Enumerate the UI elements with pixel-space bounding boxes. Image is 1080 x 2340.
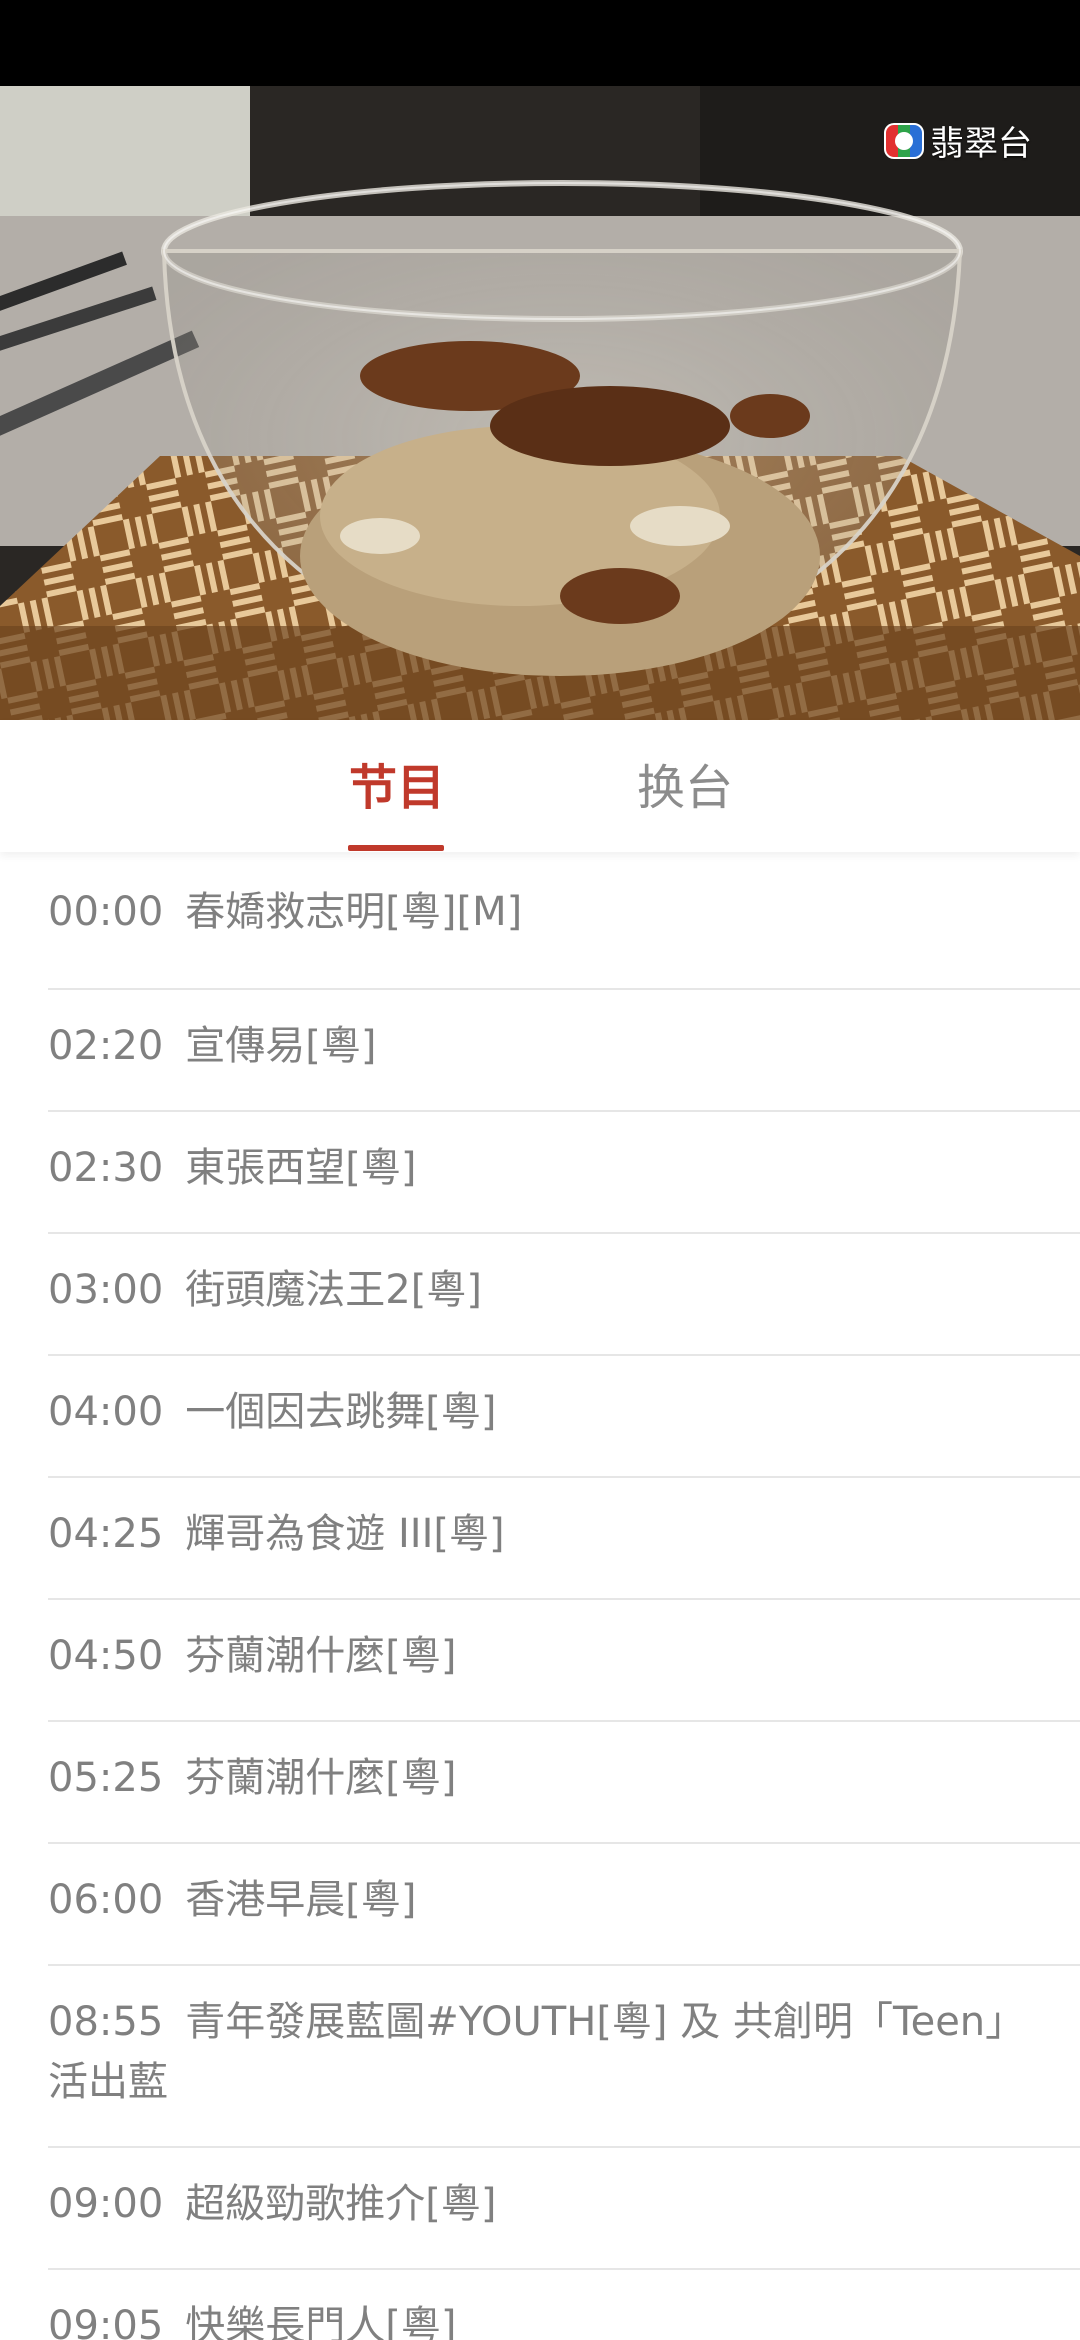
programme-time: 04:50 [48,1633,164,1679]
schedule-row[interactable]: 08:55 青年發展藍圖#YOUTH[粵] 及 共創明「Teen」活出藍 [48,1966,1080,2148]
programme-time: 05:25 [48,1755,164,1801]
schedule-row[interactable]: 02:20 宣傳易[粵] [48,990,1080,1112]
schedule-row[interactable]: 09:05 快樂長門人[粵] [48,2270,1080,2340]
programme-title: 宣傳易[粵] [185,1023,377,1069]
programme-title: 東張西望[粵] [185,1145,417,1191]
programme-time: 02:30 [48,1145,164,1191]
programme-title: 輝哥為食遊 III[粵] [185,1511,505,1557]
schedule-row[interactable]: 03:00 街頭魔法王2[粵] [48,1234,1080,1356]
schedule-row[interactable]: 00:00 春嬌救志明[粵][M] [48,852,1080,990]
programme-time: 06:00 [48,1877,164,1923]
programme-time: 02:20 [48,1023,164,1069]
video-frame [0,86,1080,720]
programme-time: 08:55 [48,1999,164,2045]
programme-time: 04:00 [48,1389,164,1435]
programme-schedule[interactable]: 00:00 春嬌救志明[粵][M] 02:20 宣傳易[粵] 02:30 東張西望[粵… [0,852,1080,2340]
programme-time: 00:00 [48,889,164,935]
programme-time: 04:25 [48,1511,164,1557]
programme-title: 街頭魔法王2[粵] [185,1267,482,1313]
programme-title: 芬蘭潮什麼[粵] [185,1755,457,1801]
tab-bar: 节目 换台 [0,720,1080,852]
schedule-row[interactable]: 04:25 輝哥為食遊 III[粵] [48,1478,1080,1600]
video-player[interactable]: 翡翠台 [0,86,1080,720]
tab-programme[interactable]: 节目 [349,760,445,816]
programme-title: 青年發展藍圖#YOUTH[粵] 及 共創明「Teen」活出藍 [48,1999,1006,2105]
schedule-row[interactable]: 06:00 香港早晨[粵] [48,1844,1080,1966]
channel-logo: 翡翠台 [884,116,1032,165]
programme-time: 09:00 [48,2181,164,2227]
programme-title: 一個因去跳舞[粵] [185,1389,497,1435]
tab-switch-channel[interactable]: 换台 [637,760,733,816]
schedule-row[interactable]: 04:00 一個因去跳舞[粵] [48,1356,1080,1478]
schedule-row[interactable]: 05:25 芬蘭潮什麼[粵] [48,1722,1080,1844]
schedule-row[interactable]: 04:50 芬蘭潮什麼[粵] [48,1600,1080,1722]
programme-title: 芬蘭潮什麼[粵] [185,1633,457,1679]
programme-title: 春嬌救志明[粵][M] [185,889,523,935]
programme-title: 快樂長門人[粵] [185,2303,457,2340]
status-bar [0,0,1080,86]
active-tab-indicator [348,845,444,851]
schedule-row[interactable]: 02:30 東張西望[粵] [48,1112,1080,1234]
programme-title: 超級勁歌推介[粵] [185,2181,497,2227]
tvb-logo-icon [884,122,924,159]
programme-time: 03:00 [48,1267,164,1313]
programme-time: 09:05 [48,2303,164,2340]
programme-title: 香港早晨[粵] [185,1877,417,1923]
schedule-row[interactable]: 09:00 超級勁歌推介[粵] [48,2148,1080,2270]
channel-logo-text: 翡翠台 [930,124,1032,164]
